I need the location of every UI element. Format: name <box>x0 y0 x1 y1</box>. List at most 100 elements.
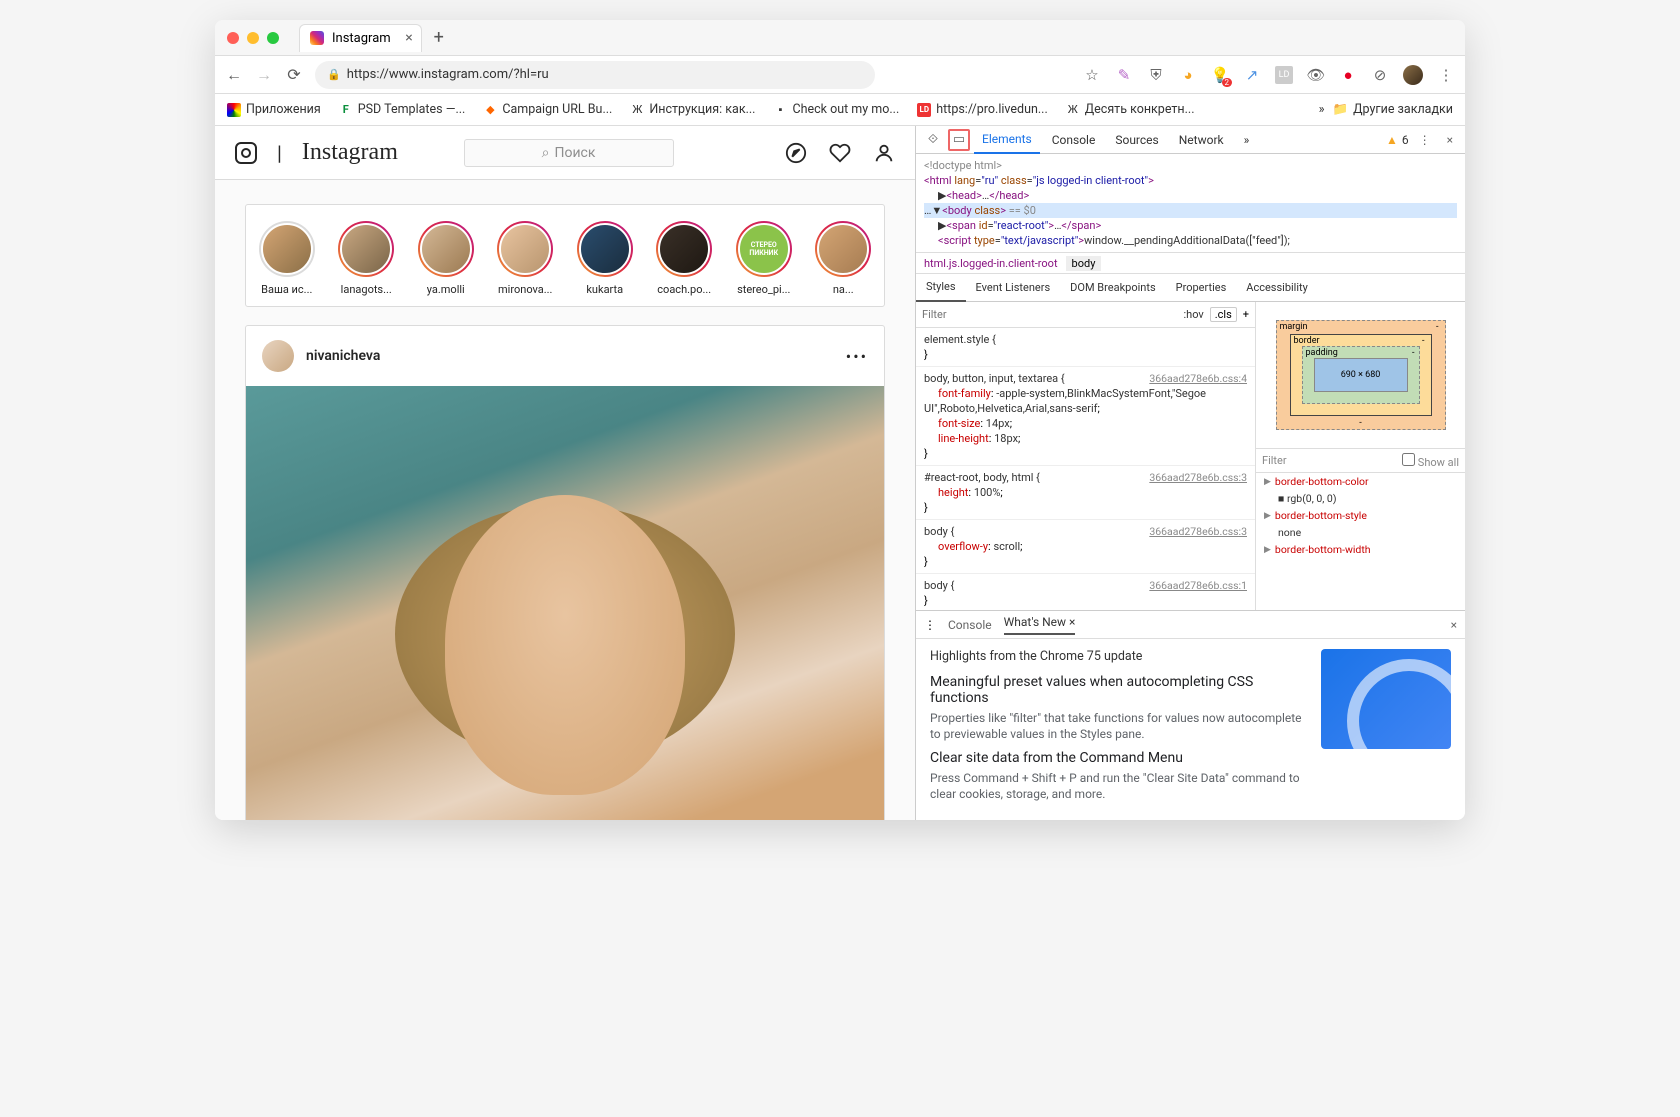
bookmark-apps[interactable]: Приложения <box>227 102 321 117</box>
tab-properties[interactable]: Properties <box>1166 274 1237 302</box>
bookmark-item[interactable]: ▪Check out my mo... <box>773 102 899 117</box>
ext-noentry-icon[interactable]: ⊘ <box>1371 66 1389 84</box>
show-all-checkbox[interactable] <box>1402 453 1415 466</box>
ext-ld-icon[interactable]: LD <box>1275 66 1293 84</box>
story-item[interactable]: mironova... <box>495 221 557 296</box>
story-item[interactable]: na... <box>813 221 875 296</box>
drawer-tab-console[interactable]: Console <box>948 618 992 632</box>
close-button[interactable] <box>227 32 239 44</box>
devtools-close-icon[interactable]: × <box>1441 133 1459 147</box>
bookmarks-overflow[interactable]: » <box>1319 102 1325 117</box>
computed-property[interactable]: ▶border-bottom-style <box>1256 507 1465 524</box>
story-item[interactable]: Ваша ис... <box>256 221 318 296</box>
story-item[interactable]: СТЕРЕОПИКНИКstereo_pi... <box>733 221 795 296</box>
ext-shield-icon[interactable]: ⛨ <box>1147 66 1165 84</box>
styles-filter-input[interactable] <box>922 308 1177 321</box>
tab-network[interactable]: Network <box>1171 126 1232 154</box>
cls-toggle[interactable]: .cls <box>1210 307 1237 322</box>
post-avatar[interactable] <box>262 340 294 372</box>
explore-icon[interactable] <box>785 142 807 164</box>
bookmark-item[interactable]: FPSD Templates —... <box>339 102 466 117</box>
window-controls <box>227 32 279 44</box>
story-username: stereo_pi... <box>737 283 790 296</box>
css-rule[interactable]: element.style {} <box>916 328 1255 367</box>
profile-icon[interactable] <box>873 142 895 164</box>
ext-arrow-icon[interactable]: ↗ <box>1243 66 1261 84</box>
tab-accessibility[interactable]: Accessibility <box>1236 274 1318 302</box>
tab-elements[interactable]: Elements <box>974 126 1040 154</box>
ext-bulb-icon[interactable]: 💡2 <box>1211 66 1229 84</box>
search-input[interactable]: ⌕ Поиск <box>464 139 674 167</box>
feed-post: nivanicheva ••• <box>245 325 885 820</box>
crumb-body[interactable]: body <box>1066 256 1102 271</box>
box-model[interactable]: margin-- border- padding- 690 × 680 <box>1256 302 1465 448</box>
computed-filter[interactable]: Filter <box>1262 454 1287 467</box>
minimize-button[interactable] <box>247 32 259 44</box>
computed-property[interactable]: ▶border-bottom-color <box>1256 473 1465 490</box>
bookmark-item[interactable]: ЖДесять конкретн... <box>1066 102 1195 117</box>
tab-event-listeners[interactable]: Event Listeners <box>966 274 1061 302</box>
story-username: lanagots... <box>341 283 392 296</box>
tabs-overflow[interactable]: » <box>1236 126 1258 154</box>
crumb-html[interactable]: html.js.logged-in.client-root <box>924 257 1058 270</box>
nav-icons <box>785 142 895 164</box>
post-username[interactable]: nivanicheva <box>306 348 380 364</box>
bookmark-item[interactable]: LDhttps://pro.livedun... <box>917 102 1047 117</box>
story-item[interactable]: kukarta <box>574 221 636 296</box>
devtools-menu-icon[interactable]: ⋮ <box>1413 133 1437 147</box>
post-more-icon[interactable]: ••• <box>846 347 868 366</box>
bookmark-item[interactable]: ЖИнструкция: как... <box>630 102 755 117</box>
new-tab-button[interactable]: + <box>434 27 444 48</box>
camera-icon[interactable] <box>235 142 257 164</box>
device-toggle-icon[interactable]: ▭ <box>948 129 970 151</box>
ext-similarweb-icon[interactable]: ◕ <box>1179 66 1197 84</box>
tab-styles[interactable]: Styles <box>916 274 966 302</box>
drawer-close-icon[interactable]: × <box>1451 618 1457 632</box>
ext-pen-icon[interactable]: ✎ <box>1115 66 1133 84</box>
bookmark-star-icon[interactable]: ☆ <box>1083 66 1101 84</box>
drawer-tab-whatsnew[interactable]: What's New × <box>1004 615 1076 635</box>
breadcrumb[interactable]: html.js.logged-in.client-root body <box>916 252 1465 274</box>
menu-dots-icon[interactable]: ⋮ <box>1437 66 1455 84</box>
add-rule-icon[interactable]: + <box>1243 308 1249 321</box>
ext-pinterest-icon[interactable]: ● <box>1339 66 1357 84</box>
drawer-tabs: ⋮ Console What's New × × <box>916 611 1465 639</box>
tab-close-icon[interactable]: × <box>405 30 412 46</box>
tab-dom-breakpoints[interactable]: DOM Breakpoints <box>1060 274 1165 302</box>
hov-toggle[interactable]: :hov <box>1183 308 1203 321</box>
reload-button[interactable]: ⟳ <box>285 65 303 84</box>
inspect-icon[interactable]: ⟐ <box>922 129 944 151</box>
back-button[interactable]: ← <box>225 65 243 85</box>
story-username: na... <box>833 283 854 296</box>
ext-eye-icon[interactable]: 👁 <box>1307 66 1325 84</box>
css-rule[interactable]: 366aad278e6b.css:3#react-root, body, htm… <box>916 466 1255 520</box>
heart-icon[interactable] <box>829 142 851 164</box>
address-bar-row: ← → ⟳ 🔒 https://www.instagram.com/?hl=ru… <box>215 56 1465 94</box>
other-bookmarks[interactable]: 📁Другие закладки <box>1333 102 1453 117</box>
browser-tab[interactable]: Instagram × <box>299 24 422 52</box>
drawer-menu-icon[interactable]: ⋮ <box>924 618 936 632</box>
story-username: coach.po... <box>657 283 711 296</box>
maximize-button[interactable] <box>267 32 279 44</box>
tab-sources[interactable]: Sources <box>1107 126 1166 154</box>
folder-icon: 📁 <box>1333 102 1349 117</box>
story-item[interactable]: coach.po... <box>654 221 716 296</box>
story-item[interactable]: ya.molli <box>415 221 477 296</box>
stories-tray[interactable]: Ваша ис... lanagots... ya.molli mironova...… <box>245 204 885 307</box>
dom-tree[interactable]: <!doctype html> <html lang="ru" class="j… <box>916 154 1465 252</box>
story-item[interactable]: lanagots... <box>336 221 398 296</box>
warnings-badge[interactable]: ▲6 <box>1386 133 1409 147</box>
bookmark-item[interactable]: ◆Campaign URL Bu... <box>483 102 612 117</box>
css-rule[interactable]: 366aad278e6b.css:1body {} <box>916 574 1255 610</box>
instagram-logo[interactable]: Instagram <box>302 139 398 166</box>
tab-console[interactable]: Console <box>1044 126 1104 154</box>
post-image[interactable] <box>246 386 884 820</box>
forward-button[interactable]: → <box>255 65 273 85</box>
computed-property[interactable]: ▶border-bottom-width <box>1256 541 1465 558</box>
profile-avatar[interactable] <box>1403 65 1423 85</box>
css-rule[interactable]: 366aad278e6b.css:4body, button, input, t… <box>916 367 1255 466</box>
css-rule[interactable]: 366aad278e6b.css:3body {overflow-y: scro… <box>916 520 1255 574</box>
url-bar[interactable]: 🔒 https://www.instagram.com/?hl=ru <box>315 61 875 89</box>
post-header: nivanicheva ••• <box>246 326 884 386</box>
styles-rules[interactable]: :hov .cls + element.style {}366aad278e6b… <box>916 302 1255 610</box>
